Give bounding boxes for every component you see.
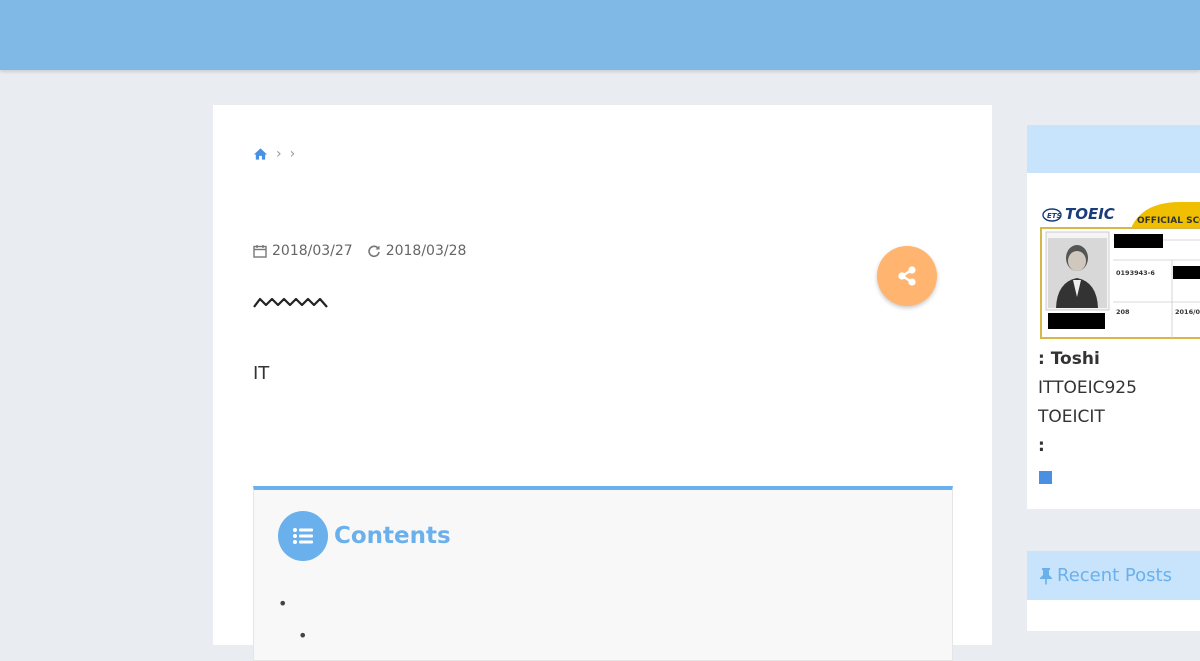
- toc-list: • •: [278, 588, 307, 652]
- toc-header: Contents: [278, 511, 451, 561]
- svg-text:OFFICIAL SCO: OFFICIAL SCO: [1137, 216, 1200, 226]
- share-icon: [898, 266, 916, 286]
- toeic-score-card-image: ETS TOEIC OFFICIAL SCO 0193943-6 208 201…: [1040, 202, 1200, 339]
- article-card: › › 2018/03/27 2018/03/28 IT Contents • …: [213, 105, 992, 661]
- svg-text:TOEIC: TOEIC: [1065, 205, 1115, 223]
- calendar-icon: [253, 245, 267, 258]
- profile-line: ITTOEIC925: [1038, 378, 1137, 398]
- site-header: [0, 0, 1200, 70]
- recent-posts-header: Recent Posts: [1027, 551, 1200, 600]
- svg-text:208: 208: [1116, 308, 1130, 316]
- updated-date-text: 2018/03/28: [385, 243, 467, 259]
- profile-widget-header: [1027, 125, 1200, 173]
- svg-text:2016/03: 2016/03: [1175, 308, 1200, 316]
- post-meta: 2018/03/27 2018/03/28: [253, 243, 480, 259]
- article-body-text: IT: [253, 363, 270, 384]
- published-date-text: 2018/03/27: [272, 243, 353, 259]
- svg-text:0193943-6: 0193943-6: [1116, 269, 1155, 277]
- chevron-right-icon: ›: [289, 146, 296, 162]
- profile-name: : Toshi: [1038, 349, 1100, 369]
- pin-icon: [1040, 567, 1052, 584]
- refresh-icon: [368, 245, 380, 258]
- recent-posts-title: Recent Posts: [1057, 565, 1172, 586]
- updated-date: 2018/03/28: [367, 243, 467, 259]
- breadcrumb: › ›: [253, 145, 295, 163]
- profile-line: :: [1038, 436, 1045, 456]
- svg-text:ETS: ETS: [1047, 212, 1062, 220]
- home-icon[interactable]: [253, 147, 268, 161]
- toc-item[interactable]: •: [278, 588, 307, 620]
- published-date: 2018/03/27: [253, 243, 353, 259]
- table-of-contents: Contents • •: [253, 486, 953, 661]
- profile-widget: ETS TOEIC OFFICIAL SCO 0193943-6 208 201…: [1027, 125, 1200, 509]
- square-bullet-icon: [1039, 471, 1052, 484]
- profile-line: TOEICIT: [1038, 407, 1105, 427]
- toc-sub-item[interactable]: •: [278, 620, 307, 652]
- squiggle-decoration: [253, 297, 328, 308]
- toc-title: Contents: [334, 523, 451, 549]
- list-icon: [278, 511, 328, 561]
- recent-posts-widget: Recent Posts: [1027, 551, 1200, 631]
- chevron-right-icon: ›: [276, 146, 282, 162]
- share-button[interactable]: [877, 246, 937, 306]
